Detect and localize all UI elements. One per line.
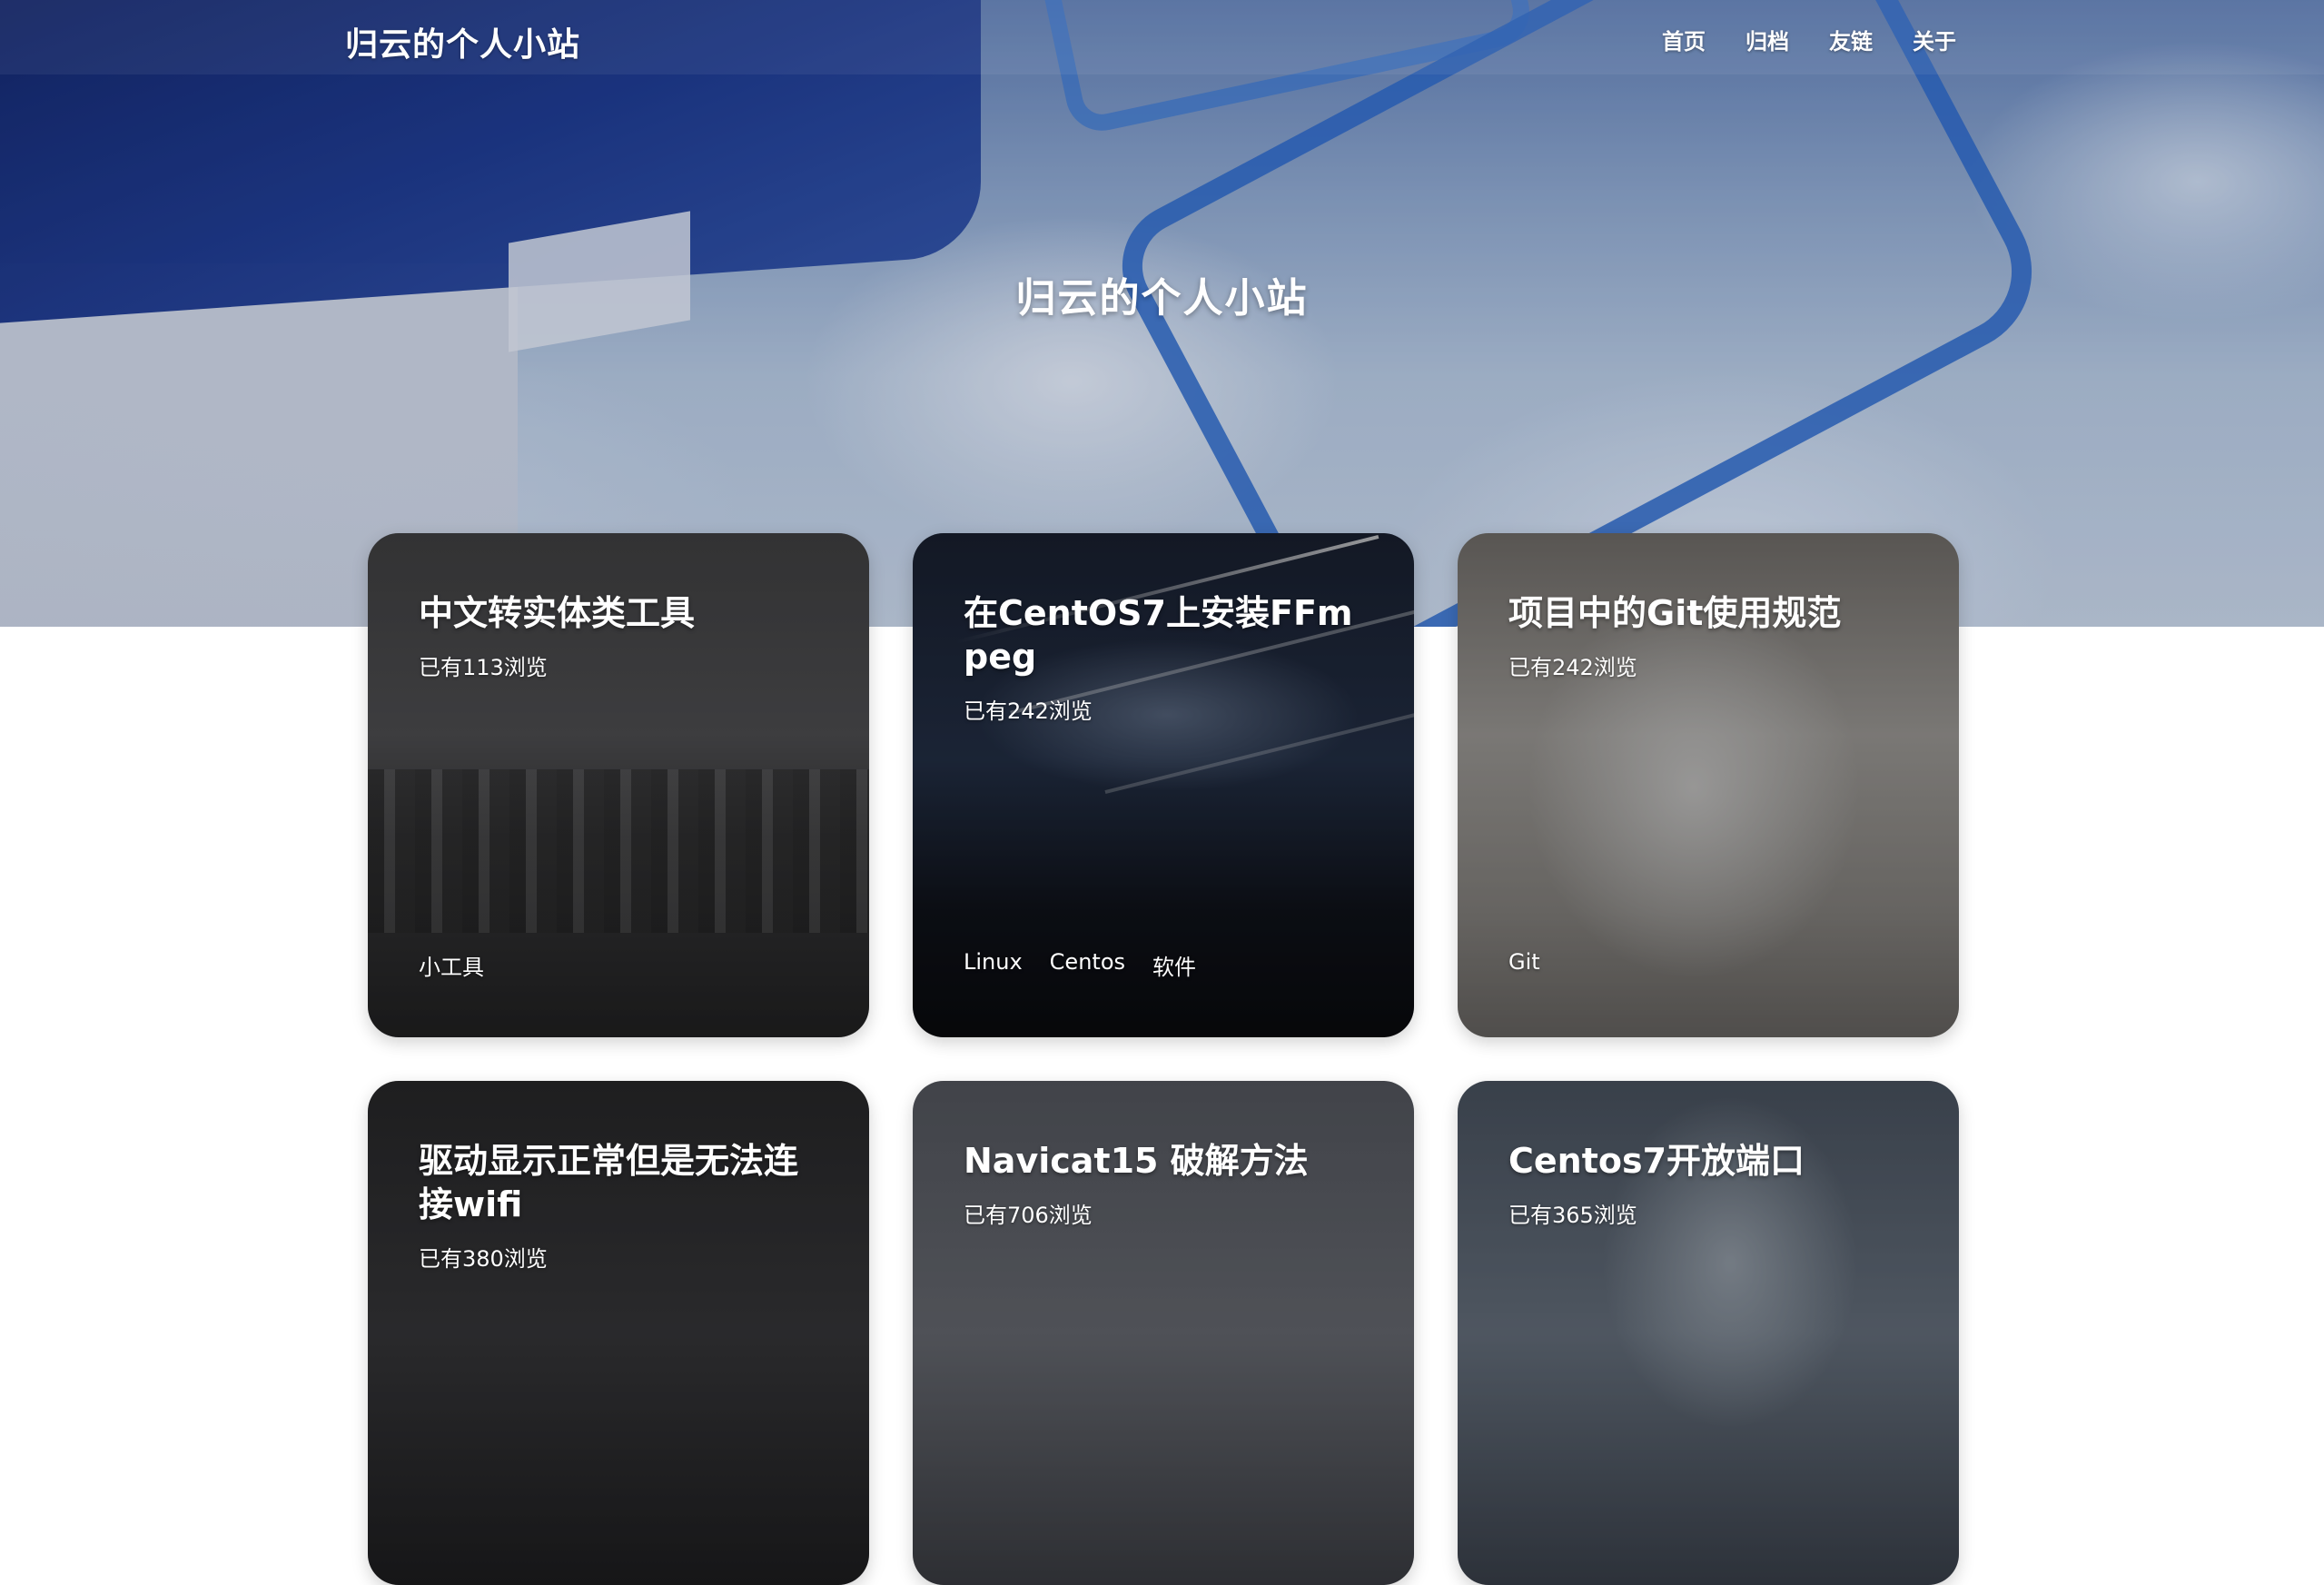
post-card[interactable]: 在CentOS7上安装FFmpeg 已有242浏览 Linux Centos 软… — [913, 533, 1414, 1037]
post-card-content: Navicat15 破解方法 已有706浏览 — [964, 1139, 1363, 1229]
post-view-count: 已有113浏览 — [419, 655, 548, 680]
post-tags: 小工具 — [419, 949, 484, 981]
post-title[interactable]: 中文转实体类工具 — [419, 591, 818, 635]
nav-menu: 首页 归档 友链 关于 — [1662, 24, 1956, 55]
post-view-count: 已有365浏览 — [1508, 1203, 1637, 1228]
post-card-content: 项目中的Git使用规范 已有242浏览 — [1508, 591, 1908, 681]
post-view-count: 已有706浏览 — [964, 1203, 1093, 1228]
post-tag[interactable]: 软件 — [1152, 949, 1196, 981]
nav-link-about[interactable]: 关于 — [1913, 24, 1956, 55]
post-card-content: Centos7开放端口 已有365浏览 — [1508, 1139, 1908, 1229]
post-card[interactable]: 项目中的Git使用规范 已有242浏览 Git — [1458, 533, 1959, 1037]
site-brand-link[interactable]: 归云的个人小站 — [345, 18, 580, 65]
post-card[interactable]: Navicat15 破解方法 已有706浏览 — [913, 1081, 1414, 1585]
post-view-count: 已有242浏览 — [964, 698, 1093, 724]
post-view-count: 已有242浏览 — [1508, 655, 1637, 680]
nav-link-friends[interactable]: 友链 — [1829, 24, 1873, 55]
post-title[interactable]: Navicat15 破解方法 — [964, 1139, 1363, 1183]
post-title[interactable]: Centos7开放端口 — [1508, 1139, 1908, 1183]
post-view-count: 已有380浏览 — [419, 1246, 548, 1272]
post-title[interactable]: 在CentOS7上安装FFmpeg — [964, 591, 1363, 679]
post-card-content: 驱动显示正常但是无法连接wifi 已有380浏览 — [419, 1139, 818, 1273]
post-card[interactable]: 驱动显示正常但是无法连接wifi 已有380浏览 — [368, 1081, 869, 1585]
post-card[interactable]: Centos7开放端口 已有365浏览 — [1458, 1081, 1959, 1585]
post-title[interactable]: 驱动显示正常但是无法连接wifi — [419, 1139, 818, 1226]
post-title[interactable]: 项目中的Git使用规范 — [1508, 591, 1908, 635]
post-card-content: 中文转实体类工具 已有113浏览 — [419, 591, 818, 681]
post-tags: Git — [1508, 949, 1540, 975]
post-tag[interactable]: 小工具 — [419, 949, 484, 981]
post-tag[interactable]: Centos — [1050, 949, 1125, 981]
post-tags: Linux Centos 软件 — [964, 949, 1196, 981]
nav-link-archive[interactable]: 归档 — [1745, 24, 1789, 55]
post-card[interactable]: 中文转实体类工具 已有113浏览 小工具 — [368, 533, 869, 1037]
post-tag[interactable]: Linux — [964, 949, 1023, 981]
post-card-content: 在CentOS7上安装FFmpeg 已有242浏览 — [964, 591, 1363, 725]
post-tag[interactable]: Git — [1508, 949, 1540, 975]
hero-title: 归云的个人小站 — [1015, 275, 1309, 322]
top-navbar: 归云的个人小站 首页 归档 友链 关于 — [0, 0, 2324, 74]
post-grid: 中文转实体类工具 已有113浏览 小工具 在CentOS7上安装FFmpeg 已… — [368, 533, 1960, 1585]
nav-link-home[interactable]: 首页 — [1662, 24, 1706, 55]
